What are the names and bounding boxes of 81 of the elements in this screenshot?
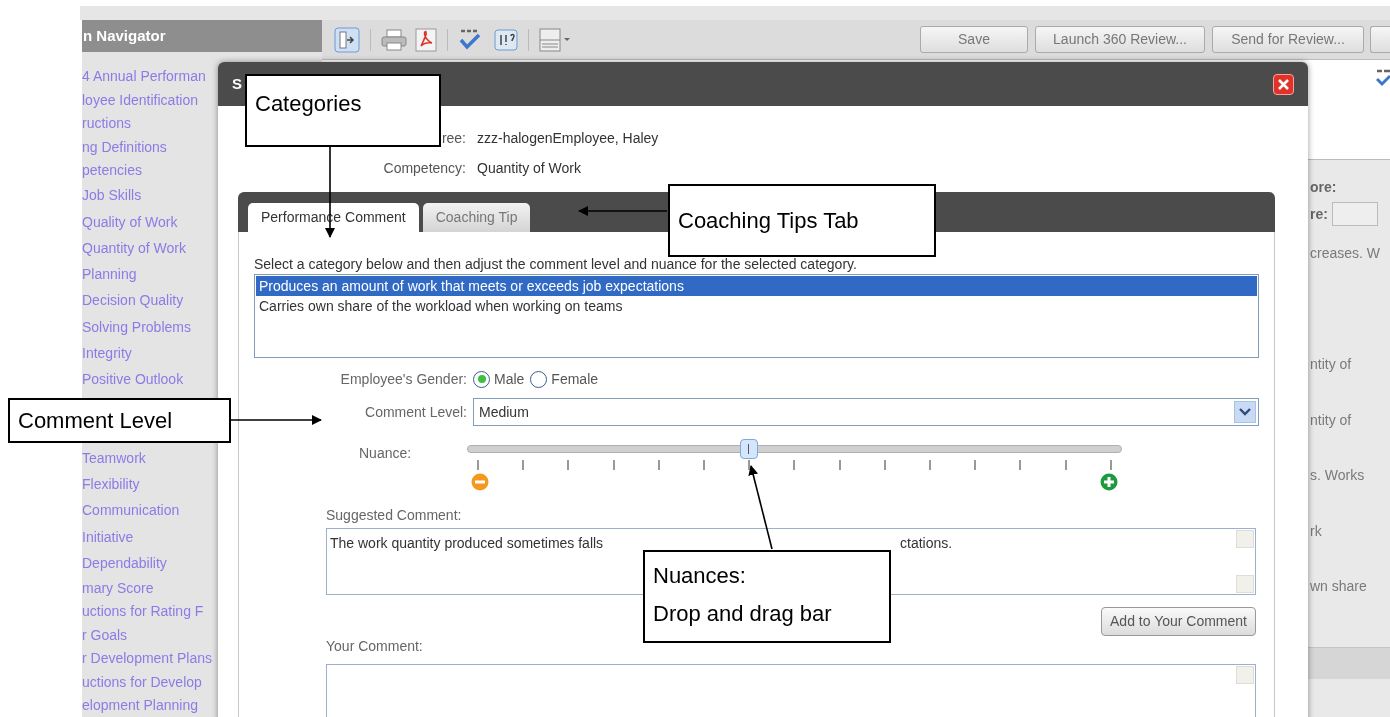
- body-text: rk: [1310, 522, 1322, 541]
- field-value: Quantity of Work: [477, 158, 581, 178]
- sidebar-link[interactable]: Quality of Work: [82, 214, 178, 229]
- field-label: Nuance:: [359, 445, 412, 461]
- layout-dropdown-icon[interactable]: [539, 27, 573, 52]
- sidebar-link[interactable]: Job Skills: [82, 188, 142, 203]
- field-label: re:: [1310, 204, 1328, 224]
- body-text: s. Works: [1310, 466, 1365, 485]
- instruction-text: Select a category below and then adjust the comment level and nuance for the selected category.: [254, 255, 858, 273]
- sidebar-link[interactable]: Teamwork: [82, 450, 146, 465]
- sidebar-link[interactable]: Initiative: [82, 529, 134, 544]
- sidebar-header: n Navigator: [82, 20, 322, 52]
- toolbar-button[interactable]: Save: [920, 26, 1028, 53]
- sidebar-link[interactable]: petencies: [82, 163, 142, 178]
- sidebar-link[interactable]: mary Score: [82, 580, 154, 595]
- input-field[interactable]: [1331, 202, 1378, 226]
- sidebar-link[interactable]: elopment Planning: [82, 698, 198, 713]
- radio-button[interactable]: [530, 370, 548, 388]
- sidebar-link[interactable]: r Development Plans: [82, 651, 212, 666]
- sidebar-link[interactable]: Positive Outlook: [82, 372, 184, 387]
- sidebar-link[interactable]: Dependability: [82, 555, 167, 570]
- minus-icon[interactable]: [471, 473, 489, 491]
- field-label: Employee's Gender:: [340, 370, 467, 387]
- toolbar-button[interactable]: Launch 360 Review...: [1035, 26, 1205, 53]
- list-item[interactable]: Carries own share of the workload when working on teams: [256, 296, 1257, 316]
- field-label: Suggested Comment:: [326, 506, 463, 524]
- sidebar-link[interactable]: Flexibility: [82, 476, 140, 491]
- field-label: ree:: [441, 129, 466, 146]
- body-text: wn share: [1310, 577, 1367, 596]
- sidebar-link[interactable]: uctions for Rating F: [82, 604, 204, 619]
- option-label: Male: [494, 369, 525, 389]
- option-label: Female: [551, 369, 599, 389]
- sidebar-link[interactable]: Communication: [82, 503, 180, 518]
- close-icon: [1278, 78, 1289, 90]
- body-text: ntity of: [1310, 355, 1352, 374]
- spellcheck-icon[interactable]: [458, 27, 482, 52]
- sidebar-link[interactable]: Decision Quality: [82, 293, 184, 308]
- select-field[interactable]: Medium: [473, 398, 1259, 426]
- sidebar-link[interactable]: ng Definitions: [82, 139, 167, 154]
- symbols-icon[interactable]: [494, 28, 518, 51]
- field-label: Your Comment:: [326, 637, 424, 655]
- text-line: ctations.: [900, 534, 953, 553]
- callout-text: Nuances:: [653, 562, 747, 590]
- body-text: ntity of: [1310, 411, 1352, 430]
- text-area[interactable]: [326, 664, 1256, 717]
- radio-button[interactable]: [473, 370, 490, 388]
- sidebar-link[interactable]: Integrity: [82, 346, 132, 361]
- field-label: Competency:: [383, 159, 466, 176]
- sidebar-link[interactable]: loyee Identification: [82, 92, 198, 107]
- sidebar-link[interactable]: Solving Problems: [82, 319, 191, 334]
- field-value: zzz-halogenEmployee, Haley: [477, 128, 659, 148]
- close-button[interactable]: [1273, 73, 1294, 95]
- pdf-icon[interactable]: [415, 27, 437, 52]
- list-item[interactable]: Produces an amount of work that meets or exceeds job expectations: [256, 276, 1257, 296]
- text-line: The work quantity produced sometimes falls: [330, 534, 604, 553]
- toolbar-button[interactable]: Send for Review...: [1212, 26, 1364, 53]
- callout-text: Categories: [255, 90, 363, 118]
- sidebar-link[interactable]: r Goals: [82, 627, 128, 642]
- scrollbar: [1235, 529, 1255, 594]
- panel-toggle-icon[interactable]: [334, 26, 360, 53]
- toolbar-button[interactable]: [1370, 26, 1390, 53]
- callout-text: Comment Level: [18, 406, 174, 435]
- slider-thumb[interactable]: [739, 439, 758, 459]
- tab[interactable]: Coaching Tip: [422, 203, 531, 232]
- field-label: ore:: [1310, 178, 1337, 197]
- body-text: creases. W: [1310, 244, 1380, 263]
- slider-track[interactable]: [467, 439, 1122, 459]
- field-label: Comment Level:: [365, 403, 467, 420]
- sidebar-link[interactable]: 4 Annual Performan: [82, 69, 206, 84]
- printer-icon[interactable]: [381, 28, 407, 51]
- callout-text: Drop and drag bar: [653, 600, 833, 628]
- callout-text: Coaching Tips Tab: [678, 206, 860, 235]
- add-comment-button[interactable]: Add to Your Comment: [1101, 607, 1256, 636]
- plus-icon[interactable]: [1100, 473, 1118, 491]
- spellcheck-icon[interactable]: [1376, 68, 1390, 88]
- sidebar-link[interactable]: Quantity of Work: [82, 240, 186, 255]
- dialog-title: S: [232, 73, 242, 94]
- sidebar-link[interactable]: Planning: [82, 267, 137, 282]
- category-list[interactable]: Produces an amount of work that meets or exceeds job expectations Carries own share of the workload when working on teams: [254, 274, 1259, 358]
- sidebar-link[interactable]: uctions for Develop: [82, 674, 202, 689]
- sidebar-link[interactable]: ructions: [82, 116, 132, 131]
